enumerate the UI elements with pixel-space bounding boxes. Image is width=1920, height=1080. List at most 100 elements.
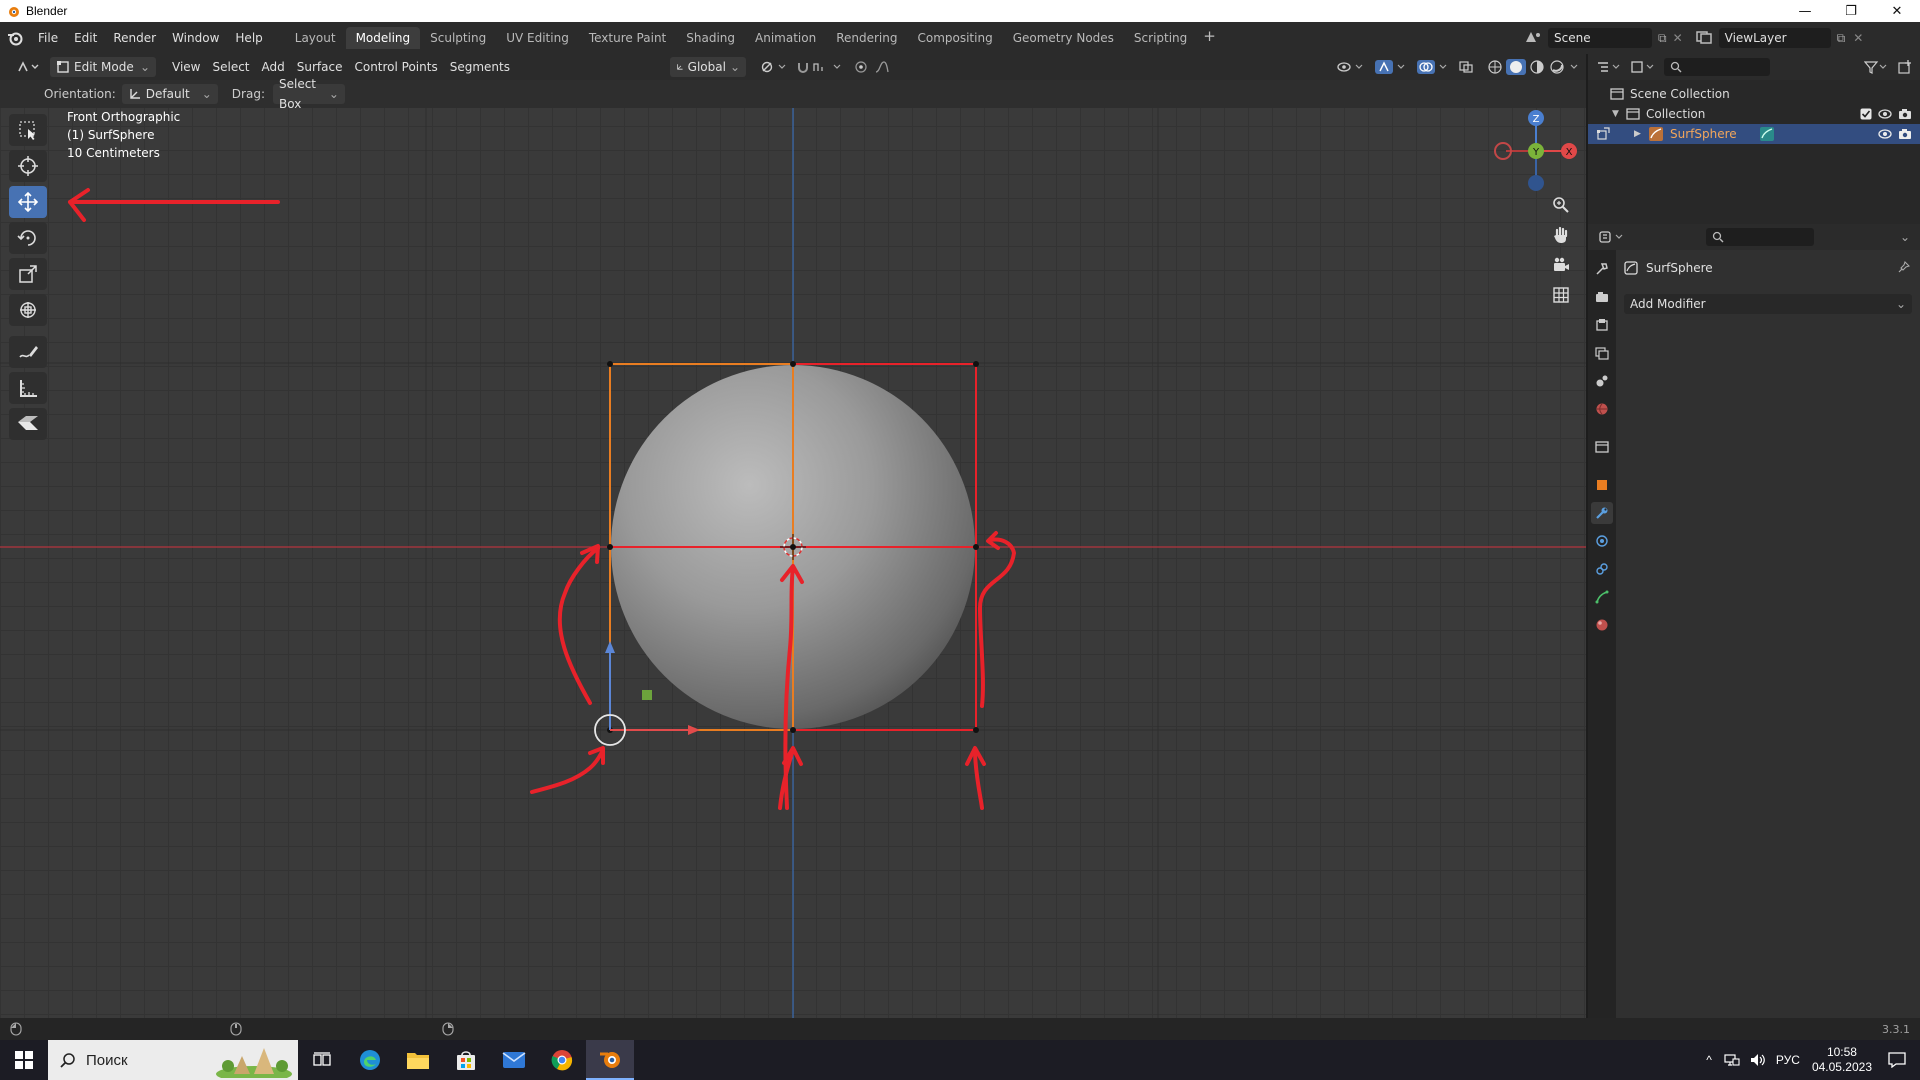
properties-search-input[interactable] — [1706, 228, 1814, 246]
tab-uv-editing[interactable]: UV Editing — [496, 27, 579, 49]
new-view-layer-icon[interactable]: ⧉ — [1837, 31, 1846, 46]
show-hidden-icons-icon[interactable]: ^ — [1706, 1053, 1712, 1067]
close-button[interactable]: ✕ — [1874, 0, 1920, 22]
output-tab-icon[interactable] — [1591, 314, 1613, 336]
outliner-surfsphere[interactable]: ▶ SurfSphere — [1588, 124, 1920, 144]
tab-sculpting[interactable]: Sculpting — [420, 27, 496, 49]
gizmo-toggle-button[interactable] — [1368, 57, 1414, 77]
scene-icon[interactable] — [1524, 30, 1542, 47]
tab-shading[interactable]: Shading — [676, 27, 745, 49]
scene-tab-icon[interactable] — [1591, 370, 1613, 392]
collection-tab-icon[interactable] — [1591, 436, 1613, 458]
task-view-button[interactable] — [298, 1040, 346, 1080]
outliner-scene-collection[interactable]: Scene Collection — [1588, 84, 1920, 104]
tab-modeling[interactable]: Modeling — [345, 27, 421, 49]
camera-render-icon[interactable] — [1898, 108, 1912, 120]
orientation-dropdown[interactable]: Default ⌄ — [121, 84, 218, 104]
data-tab-icon[interactable] — [1591, 586, 1613, 608]
proportional-edit-button[interactable] — [848, 57, 906, 77]
cursor-tool[interactable] — [9, 150, 47, 182]
overlays-toggle-button[interactable] — [1410, 57, 1456, 77]
render-tab-icon[interactable] — [1591, 286, 1613, 308]
tab-compositing[interactable]: Compositing — [907, 27, 1002, 49]
delete-view-layer-icon[interactable]: ✕ — [1853, 31, 1863, 45]
tab-rendering[interactable]: Rendering — [826, 27, 907, 49]
pin-icon[interactable] — [1898, 260, 1911, 276]
object-tab-icon[interactable] — [1591, 474, 1613, 496]
add-workspace-button[interactable]: + — [1197, 27, 1222, 49]
language-indicator[interactable]: РУС — [1776, 1053, 1800, 1067]
expand-arrow-icon[interactable]: ▶ — [1634, 129, 1648, 139]
chrome-app-button[interactable] — [538, 1040, 586, 1080]
3d-viewport[interactable]: Z X Y Front Orthographic (1) SurfSphere … — [0, 108, 1586, 1018]
eye-icon[interactable] — [1878, 108, 1892, 120]
snap-button[interactable] — [790, 57, 850, 77]
chevron-down-icon[interactable]: ⌄ — [1900, 230, 1910, 244]
tab-animation[interactable]: Animation — [745, 27, 826, 49]
world-tab-icon[interactable] — [1591, 398, 1613, 420]
expand-arrow-icon[interactable]: ▼ — [1612, 109, 1626, 119]
camera-render-icon[interactable] — [1898, 128, 1912, 140]
eye-icon[interactable] — [1878, 128, 1892, 140]
store-app-button[interactable] — [442, 1040, 490, 1080]
menu-control-points[interactable]: Control Points — [348, 57, 443, 77]
annotate-tool[interactable] — [9, 336, 47, 368]
delete-scene-icon[interactable]: ✕ — [1673, 31, 1683, 45]
move-tool[interactable] — [9, 186, 47, 218]
select-box-tool[interactable] — [9, 114, 47, 146]
xray-toggle-button[interactable] — [1452, 57, 1480, 77]
scale-tool[interactable] — [9, 258, 47, 290]
view-layer-icon[interactable] — [1695, 30, 1713, 47]
surface-data-icon[interactable] — [1759, 126, 1775, 142]
selectability-visibility-button[interactable] — [1330, 57, 1372, 77]
blender-menu-icon[interactable] — [0, 30, 30, 46]
outliner-search-input[interactable] — [1664, 58, 1770, 76]
blender-app-button[interactable] — [586, 1040, 634, 1080]
view-layer-field[interactable]: ViewLayer — [1718, 28, 1831, 48]
menu-view[interactable]: View — [166, 57, 206, 77]
new-collection-icon[interactable] — [1898, 60, 1912, 74]
material-shading-icon[interactable] — [1528, 59, 1546, 75]
mode-selector[interactable]: Edit Mode ⌄ — [50, 57, 156, 77]
edge-app-button[interactable] — [346, 1040, 394, 1080]
ortho-toggle-button[interactable] — [1548, 282, 1574, 308]
scene-name-field[interactable]: Scene — [1548, 28, 1652, 48]
minimize-button[interactable]: — — [1782, 0, 1828, 22]
extrude-tool[interactable] — [9, 408, 47, 440]
filter-icon[interactable] — [1864, 60, 1888, 74]
tool-tab-icon[interactable] — [1591, 258, 1613, 280]
tab-geometry-nodes[interactable]: Geometry Nodes — [1003, 27, 1124, 49]
constraints-tab-icon[interactable] — [1591, 558, 1613, 580]
shading-options-icon[interactable] — [1568, 59, 1580, 75]
pan-button[interactable] — [1548, 222, 1574, 248]
tab-layout[interactable]: Layout — [285, 27, 346, 49]
zoom-button[interactable] — [1548, 192, 1574, 218]
menu-file[interactable]: File — [30, 27, 66, 49]
tab-texture-paint[interactable]: Texture Paint — [579, 27, 676, 49]
menu-help[interactable]: Help — [227, 27, 270, 49]
outliner-editor-type-icon[interactable] — [1596, 60, 1622, 74]
physics-tab-icon[interactable] — [1591, 530, 1613, 552]
taskbar-search-box[interactable]: Поиск — [48, 1040, 298, 1080]
solid-shading-icon[interactable] — [1506, 59, 1526, 75]
camera-view-button[interactable] — [1548, 252, 1574, 278]
clock[interactable]: 10:58 04.05.2023 — [1812, 1045, 1872, 1075]
notification-center-icon[interactable] — [1888, 1052, 1906, 1068]
properties-editor-type-icon[interactable] — [1598, 230, 1626, 244]
network-icon[interactable] — [1724, 1053, 1740, 1067]
pivot-point-button[interactable] — [754, 57, 794, 77]
view-layer-tab-icon[interactable] — [1591, 342, 1613, 364]
menu-render[interactable]: Render — [105, 27, 164, 49]
add-modifier-dropdown[interactable]: Add Modifier ⌄ — [1624, 294, 1912, 314]
outliner-collection[interactable]: ▼ Collection — [1588, 104, 1920, 124]
volume-icon[interactable] — [1750, 1053, 1766, 1067]
file-explorer-button[interactable] — [394, 1040, 442, 1080]
menu-segments[interactable]: Segments — [444, 57, 516, 77]
display-mode-icon[interactable] — [1630, 60, 1656, 74]
menu-edit[interactable]: Edit — [66, 27, 105, 49]
transform-tool[interactable] — [9, 294, 47, 326]
modifier-tab-icon[interactable] — [1591, 502, 1613, 524]
transform-orientation-selector[interactable]: Global ⌄ — [670, 57, 746, 77]
drag-dropdown[interactable]: Select Box ⌄ — [272, 77, 345, 111]
rendered-shading-icon[interactable] — [1548, 59, 1566, 75]
